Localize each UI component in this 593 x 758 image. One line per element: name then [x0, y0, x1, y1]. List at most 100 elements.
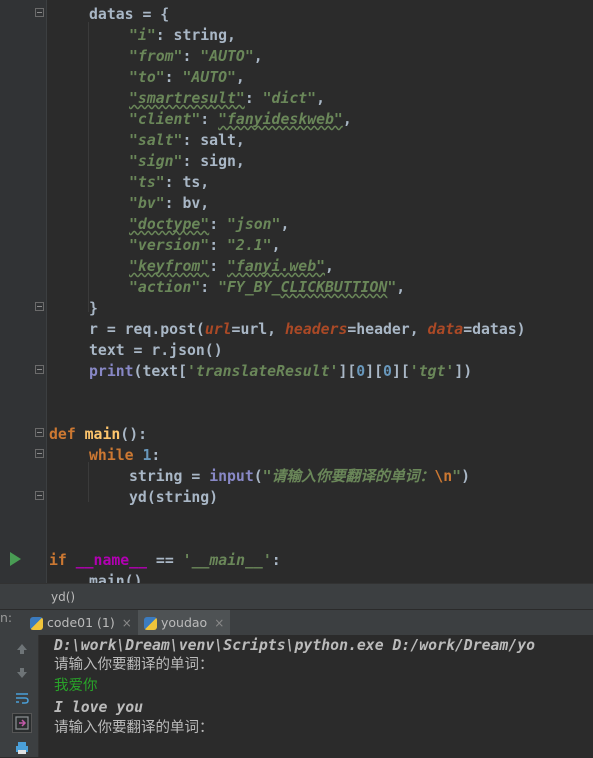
- code-token: =header,: [347, 321, 428, 338]
- code-line[interactable]: "to": "AUTO",: [129, 67, 245, 88]
- close-icon[interactable]: ×: [214, 610, 224, 636]
- code-line[interactable]: if __name__ == '__main__':: [49, 550, 281, 571]
- code-line[interactable]: while 1:: [89, 445, 160, 466]
- code-line[interactable]: yd(string): [129, 487, 218, 508]
- fold-marker-icon[interactable]: [35, 449, 44, 458]
- code-token: "AUTO": [200, 48, 254, 65]
- code-token: :: [200, 279, 219, 296]
- code-line[interactable]: "client": "fanyideskweb",: [129, 109, 352, 130]
- code-line[interactable]: }: [89, 298, 98, 319]
- code-line[interactable]: "keyfrom": "fanyi.web",: [129, 256, 334, 277]
- code-token: 'translateResult': [187, 363, 339, 380]
- code-token: string =: [129, 468, 210, 485]
- code-line[interactable]: print(text['translateResult'][0][0]['tgt…: [89, 361, 472, 382]
- code-token: "AUTO": [182, 69, 236, 86]
- run-tabs-bar: n: code01 (1) × youdao ×: [0, 609, 593, 636]
- arrow-down-icon[interactable]: [12, 663, 32, 683]
- code-token: "fanyideskweb": [218, 111, 343, 128]
- code-token: if: [49, 552, 76, 569]
- code-token: : ts,: [164, 174, 210, 191]
- code-line[interactable]: datas = {: [89, 4, 169, 25]
- code-token: (text[: [133, 363, 187, 380]
- code-line[interactable]: def main():: [49, 424, 147, 445]
- code-token: CLICKBUTTION: [280, 279, 388, 296]
- code-editor[interactable]: datas = {"i": string, "from": "AUTO", "to"…: [0, 0, 593, 583]
- code-token: "2.1": [227, 237, 272, 254]
- code-token: ():: [120, 426, 148, 443]
- code-line[interactable]: "version": "2.1",: [129, 235, 280, 256]
- fold-marker-icon[interactable]: [35, 8, 44, 17]
- code-token: r = req.post(: [89, 321, 205, 338]
- code-token: ,: [316, 90, 326, 107]
- code-token: ][: [365, 363, 384, 380]
- tab-code01[interactable]: code01 (1) ×: [26, 610, 138, 636]
- code-token: main: [84, 426, 121, 443]
- code-token: "sign": [129, 153, 183, 170]
- code-token: : string,: [155, 27, 236, 44]
- code-token: ,: [271, 237, 281, 254]
- code-token: ,: [280, 216, 290, 233]
- code-token: "version": [129, 237, 210, 254]
- run-gutter-icon[interactable]: [10, 552, 21, 566]
- code-line[interactable]: "doctype": "json",: [129, 214, 289, 235]
- fold-marker-icon[interactable]: [35, 302, 44, 311]
- arrow-up-icon[interactable]: [12, 639, 32, 659]
- code-line[interactable]: "ts": ts,: [129, 172, 209, 193]
- code-token: :: [209, 216, 228, 233]
- code-token: : salt,: [182, 132, 245, 149]
- code-token: "salt": [129, 132, 183, 149]
- scroll-to-end-icon[interactable]: [12, 713, 32, 733]
- code-token: }: [89, 300, 98, 317]
- code-token: text = r.json(): [89, 342, 223, 359]
- breadcrumb-text[interactable]: yd(): [51, 584, 75, 610]
- soft-wrap-icon[interactable]: [12, 688, 32, 708]
- code-token: \n: [434, 468, 453, 485]
- console-toolbar: [0, 635, 39, 757]
- code-line[interactable]: "from": "AUTO",: [129, 46, 263, 67]
- console-user-input: 我爱你: [54, 678, 98, 694]
- tab-youdao[interactable]: youdao ×: [138, 610, 231, 636]
- console-prompt: 请输入你要翻译的单词：: [54, 657, 214, 673]
- code-token: url: [204, 321, 232, 338]
- code-token: "请输入你要翻译的单词：: [262, 468, 435, 485]
- code-line[interactable]: text = r.json(): [89, 340, 223, 361]
- code-line[interactable]: "smartresult": "dict",: [129, 88, 325, 109]
- code-token: :: [164, 69, 183, 86]
- code-line[interactable]: "bv": bv,: [129, 193, 209, 214]
- code-line[interactable]: "sign": sign,: [129, 151, 245, 172]
- console-output[interactable]: D:\work\Dream\venv\Scripts\python.exe D:…: [39, 635, 593, 757]
- code-token: "client": [129, 111, 201, 128]
- code-token: ": [387, 279, 397, 296]
- code-token: "ts": [129, 174, 165, 191]
- fold-marker-icon[interactable]: [35, 428, 44, 437]
- code-line[interactable]: main(): [89, 571, 142, 583]
- code-line[interactable]: "i": string,: [129, 25, 236, 46]
- console-result: I love you: [54, 699, 144, 716]
- code-token: def: [49, 426, 85, 443]
- code-token: :: [209, 258, 228, 275]
- fold-marker-icon[interactable]: [35, 365, 44, 374]
- indent-guide: [88, 462, 89, 502]
- code-token: ,: [253, 48, 263, 65]
- code-token: 'tgt': [409, 363, 455, 380]
- code-token: "bv": [129, 195, 165, 212]
- code-line[interactable]: "action": "FY_BY_CLICKBUTTION",: [129, 277, 405, 298]
- code-token: __name__: [75, 552, 148, 569]
- code-token: :: [209, 237, 228, 254]
- code-token: "smartresult": [129, 90, 245, 107]
- close-icon[interactable]: ×: [122, 610, 132, 636]
- code-token: main(): [89, 573, 143, 583]
- code-token: "dict": [262, 90, 317, 107]
- breadcrumb[interactable]: yd(): [0, 583, 593, 610]
- code-token: (: [253, 468, 263, 485]
- code-line[interactable]: string = input("请输入你要翻译的单词：\n"): [129, 466, 470, 487]
- fold-marker-icon[interactable]: [35, 491, 44, 500]
- code-line[interactable]: r = req.post(url=url, headers=header, da…: [89, 319, 526, 340]
- print-icon[interactable]: [12, 738, 32, 758]
- code-token: yd(string): [129, 489, 219, 506]
- code-token: =datas): [463, 321, 526, 338]
- console-prompt: 请输入你要翻译的单词：: [54, 720, 214, 736]
- run-tool-label: n:: [0, 610, 13, 625]
- code-token: :: [182, 48, 201, 65]
- code-line[interactable]: "salt": salt,: [129, 130, 245, 151]
